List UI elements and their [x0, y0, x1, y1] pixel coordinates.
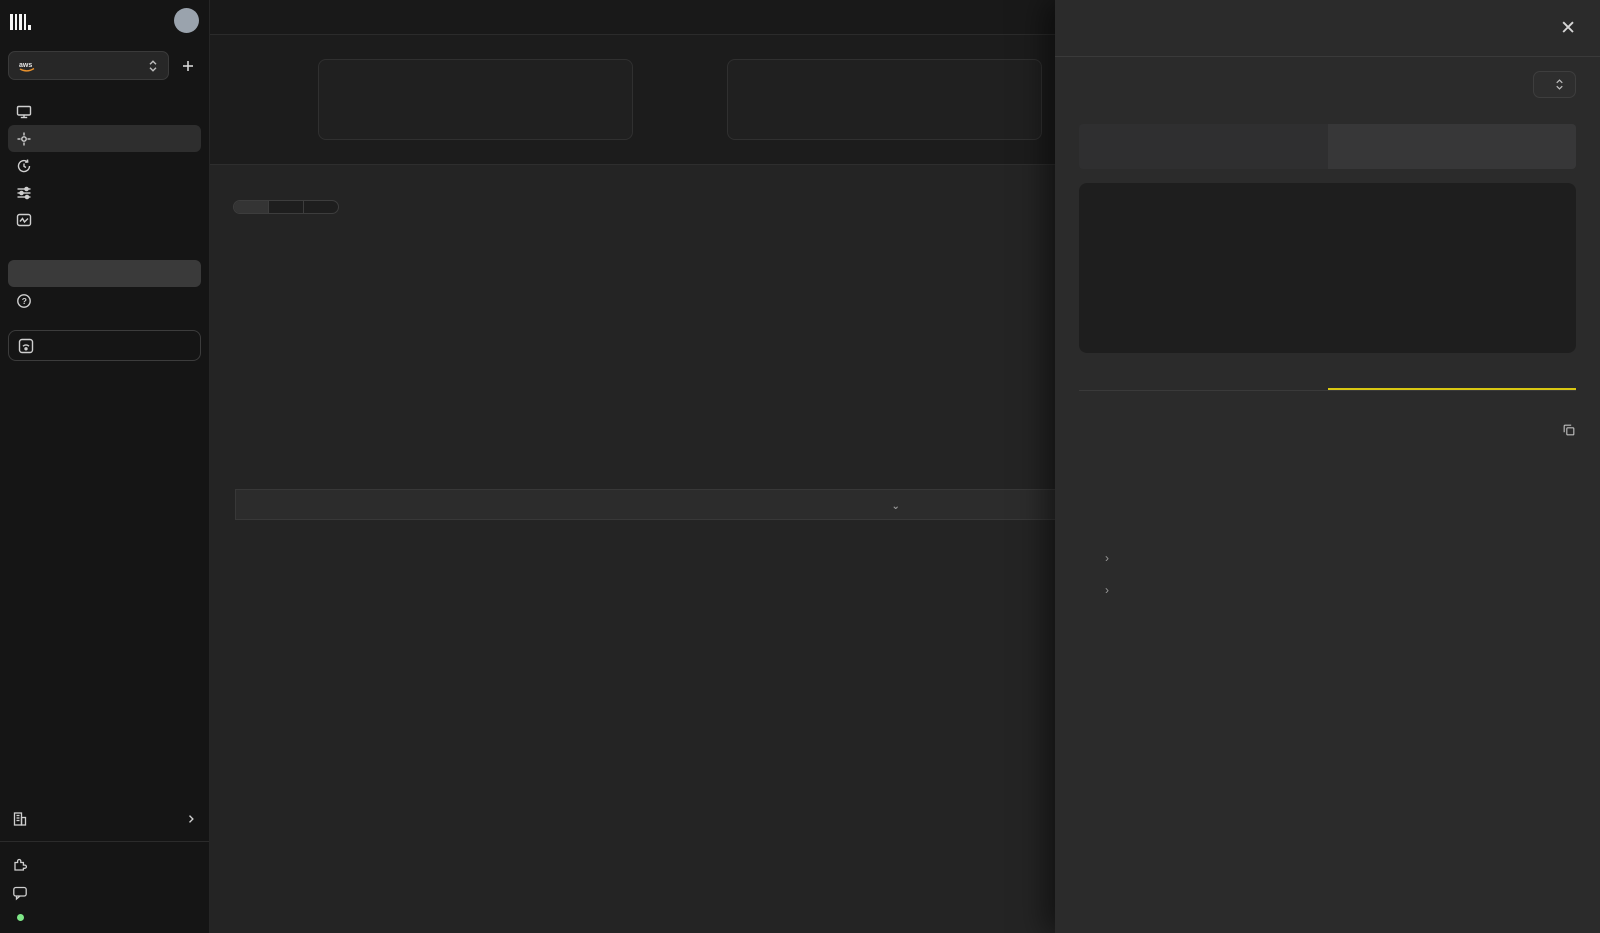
- sort-descending-icon: ⌄: [892, 501, 900, 512]
- sidebar-footer: [0, 841, 209, 933]
- select-series-swatch: [829, 460, 845, 463]
- panel-tabs: [1079, 369, 1576, 391]
- sidebar: aws: [0, 0, 210, 933]
- tab-errors[interactable]: [304, 201, 338, 213]
- legend-item-insert[interactable]: [878, 460, 901, 463]
- status-dot-icon: [17, 914, 24, 921]
- monitoring-icon: [16, 212, 32, 228]
- sidebar-item-backups[interactable]: [8, 152, 201, 179]
- rows-written-row: [1085, 467, 1576, 492]
- mini-query-volume-chart: [1079, 183, 1576, 353]
- connect-icon: [18, 338, 34, 354]
- chat-bubble-icon: [12, 885, 28, 901]
- column-header-user: [663, 490, 874, 520]
- chart-tabs: [233, 200, 339, 214]
- help-icon: ?: [16, 293, 32, 309]
- settings-expander[interactable]: ›: [1085, 542, 1576, 574]
- sidebar-item-service-health[interactable]: [8, 233, 201, 260]
- sidebar-nav: ?: [0, 84, 209, 314]
- chevron-right-icon: [185, 813, 197, 825]
- segment-all-runs[interactable]: [1079, 124, 1328, 169]
- plus-icon: [181, 59, 195, 73]
- rows-read-row: [1085, 442, 1576, 467]
- backups-icon: [16, 158, 32, 174]
- close-icon[interactable]: ✕: [1560, 19, 1576, 38]
- sidebar-item-help[interactable]: ?: [8, 287, 201, 314]
- column-header-runs[interactable]: ⌄: [874, 490, 978, 520]
- aws-icon: aws: [18, 60, 36, 72]
- p99-latency-card: [727, 59, 1042, 140]
- column-header-query: [236, 490, 663, 520]
- service-selector-row: aws: [0, 39, 209, 84]
- chevron-right-icon: ›: [1085, 583, 1119, 597]
- legend-item-other[interactable]: [927, 460, 950, 463]
- user-avatar[interactable]: [174, 8, 199, 33]
- segment-errors[interactable]: [1328, 124, 1577, 169]
- chevron-right-icon: ›: [1085, 551, 1119, 565]
- query-information-panel: ✕: [1055, 0, 1600, 933]
- organization-selector[interactable]: [0, 811, 209, 841]
- insert-series-swatch: [878, 460, 894, 463]
- integrations-puzzle-icon: [12, 856, 28, 872]
- other-series-swatch: [927, 460, 943, 463]
- sidebar-item-settings[interactable]: [8, 179, 201, 206]
- integrations-link[interactable]: [12, 856, 197, 872]
- query-detail-block: › ›: [1079, 409, 1576, 610]
- tab-query-volume[interactable]: [234, 201, 269, 213]
- sidebar-item-query-insights[interactable]: [8, 260, 201, 287]
- tab-query-history[interactable]: [1328, 369, 1577, 390]
- connect-button[interactable]: [8, 330, 201, 361]
- data-sources-icon: [16, 131, 32, 147]
- console-icon: [16, 104, 32, 120]
- profile-events-expander[interactable]: ›: [1085, 574, 1576, 606]
- tab-query-info[interactable]: [1079, 369, 1328, 390]
- sidebar-item-monitoring[interactable]: [8, 206, 201, 233]
- query-volume-card: [318, 59, 633, 140]
- panel-header: ✕: [1055, 0, 1600, 57]
- clickhouse-app: aws: [0, 0, 1600, 933]
- select-updown-icon: [1554, 78, 1565, 91]
- clickhouse-logo-icon: [10, 12, 31, 30]
- sidebar-header: [0, 0, 209, 39]
- panel-body: › ›: [1055, 71, 1600, 626]
- organization-icon: [12, 811, 28, 827]
- settings-sliders-icon: [16, 185, 32, 201]
- select-updown-icon: [147, 59, 159, 73]
- copy-icon[interactable]: [1562, 423, 1576, 437]
- add-service-button[interactable]: [177, 55, 199, 77]
- chat-support-link[interactable]: [12, 885, 197, 901]
- tab-latency[interactable]: [269, 201, 304, 213]
- query-id-row: [1085, 417, 1576, 442]
- svg-text:?: ?: [22, 296, 27, 306]
- system-status[interactable]: [12, 914, 197, 921]
- result-size-row: [1085, 492, 1576, 517]
- memory-usage-row: [1085, 517, 1576, 542]
- sidebar-item-sql-console[interactable]: [8, 98, 201, 125]
- sidebar-item-data-sources[interactable]: [8, 125, 201, 152]
- service-selector[interactable]: aws: [8, 51, 169, 80]
- runs-errors-segments: [1079, 124, 1576, 169]
- svg-text:aws: aws: [19, 62, 32, 69]
- legend-item-select[interactable]: [829, 460, 852, 463]
- time-range-select[interactable]: [1533, 71, 1576, 98]
